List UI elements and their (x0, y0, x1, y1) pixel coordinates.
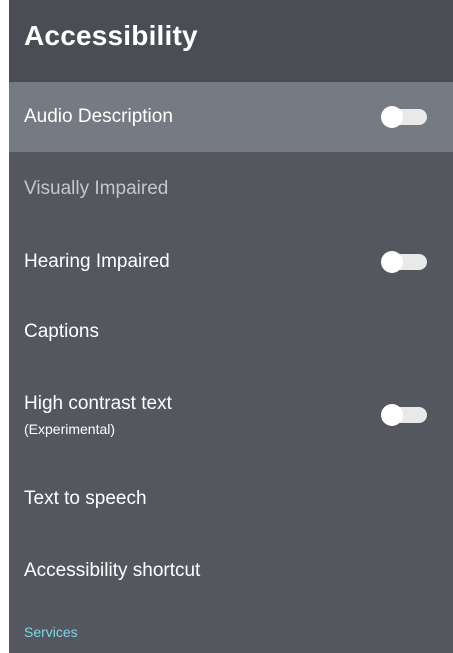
toggle-knob (381, 251, 403, 273)
menu-item-captions[interactable]: Captions (9, 298, 453, 366)
toggle-knob (381, 106, 403, 128)
menu-item-high-contrast-text[interactable]: High contrast text (Experimental) (9, 366, 453, 464)
menu-item-label: Captions (24, 321, 99, 342)
menu-item-visually-impaired[interactable]: Visually Impaired (9, 152, 453, 226)
menu-item-audio-description[interactable]: Audio Description (9, 82, 453, 152)
hearing-impaired-toggle[interactable] (381, 251, 427, 273)
audio-description-toggle[interactable] (381, 106, 427, 128)
section-header-services: Services (24, 624, 78, 640)
menu-item-text-to-speech[interactable]: Text to speech (9, 464, 453, 534)
menu-item-label: Visually Impaired (24, 178, 169, 199)
accessibility-panel: Accessibility Audio Description Visually… (9, 0, 453, 653)
toggle-knob (381, 404, 403, 426)
page-title: Accessibility (24, 20, 198, 51)
menu-item-accessibility-shortcut[interactable]: Accessibility shortcut (9, 534, 453, 608)
menu-item-label: Accessibility shortcut (24, 560, 201, 581)
menu-item-label: Text to speech (24, 488, 147, 509)
menu-item-hearing-impaired[interactable]: Hearing Impaired (9, 226, 453, 298)
panel-header: Accessibility (9, 0, 453, 82)
high-contrast-text-toggle[interactable] (381, 404, 427, 426)
